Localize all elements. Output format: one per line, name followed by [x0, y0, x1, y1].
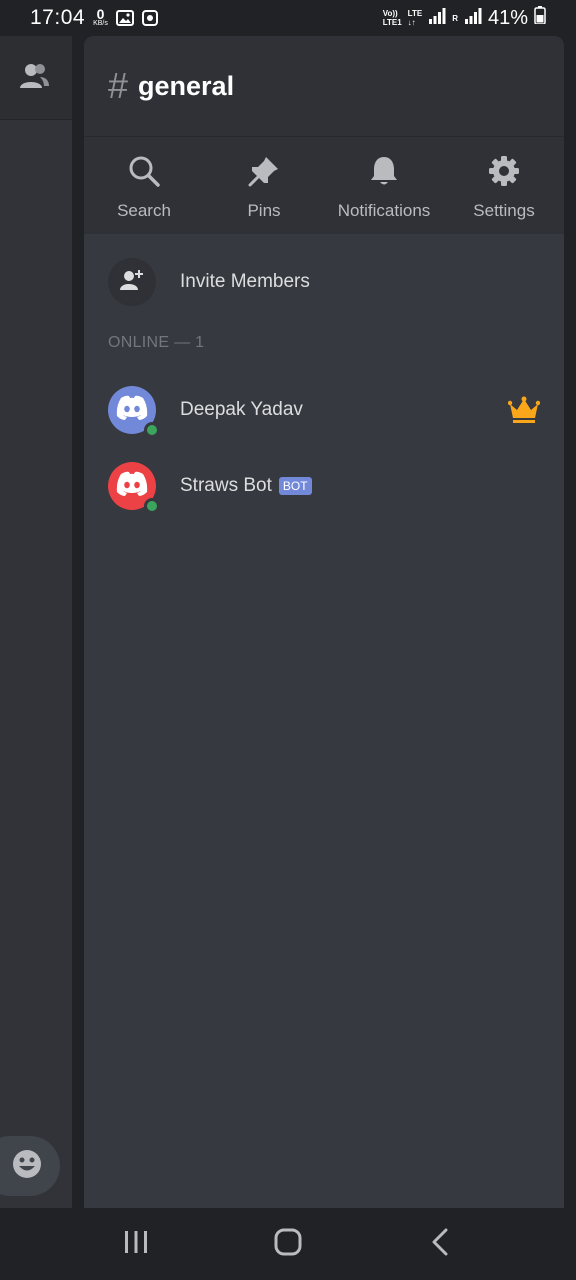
- online-section-header: ONLINE — 1: [108, 334, 205, 351]
- screenshot-notification-icon: [141, 10, 158, 26]
- invite-members-label: Invite Members: [180, 271, 310, 292]
- lte-bottom: ↓↑: [407, 18, 416, 27]
- recent-apps-icon: [123, 1230, 149, 1259]
- discord-logo-icon: [115, 471, 149, 502]
- lte-top: LTE: [407, 9, 423, 18]
- emoji-button[interactable]: [0, 1136, 60, 1196]
- system-navigation-bar: [0, 1208, 576, 1280]
- crown-icon: [508, 396, 540, 424]
- battery-icon: [534, 6, 546, 30]
- home-button[interactable]: [258, 1214, 318, 1274]
- member-row[interactable]: Deepak Yadav: [108, 372, 540, 448]
- smiley-icon: [12, 1149, 42, 1184]
- member-row[interactable]: Straws Bot BOT: [108, 448, 540, 524]
- channel-name: general: [138, 70, 235, 101]
- volte-bottom: LTE1: [382, 18, 402, 27]
- back-button[interactable]: [410, 1214, 470, 1274]
- data-speed-unit: KB/s: [93, 20, 108, 27]
- status-time: 17:04: [30, 6, 86, 29]
- channel-info-drawer: # general Search Pins Notifications Sett…: [84, 36, 564, 1208]
- online-status-dot: [144, 422, 160, 438]
- drawer-top: # general Search Pins Notifications Sett…: [84, 36, 564, 234]
- search-icon: [128, 151, 160, 191]
- settings-button[interactable]: Settings: [444, 151, 564, 234]
- channel-actions: Search Pins Notifications Settings: [84, 137, 564, 234]
- app-root: 17:04 0 KB/s Vo)) LTE1 LTE ↓↑ R 41% # ge…: [0, 0, 576, 1280]
- back-icon: [431, 1228, 449, 1261]
- signal-icon: [428, 7, 446, 30]
- member-name: Deepak Yadav: [180, 399, 303, 420]
- data-speed-value: 0: [96, 6, 105, 22]
- bot-badge: BOT: [278, 477, 312, 495]
- recent-apps-button[interactable]: [106, 1214, 166, 1274]
- member-list-icon[interactable]: [18, 62, 50, 95]
- chat-background: [0, 36, 84, 1208]
- roaming-indicator: R: [452, 13, 458, 23]
- status-right-group: Vo)) LTE1 LTE ↓↑ R 41%: [383, 6, 546, 30]
- channel-hash-icon: #: [108, 65, 129, 106]
- gallery-icon: [115, 10, 134, 26]
- chat-header-background: [0, 36, 72, 120]
- data-speed-indicator: 0 KB/s: [93, 6, 108, 28]
- notifications-label: Notifications: [337, 201, 431, 220]
- member-name: Straws Bot: [180, 475, 272, 496]
- drawer-gap: [72, 36, 84, 1208]
- settings-label: Settings: [473, 201, 535, 220]
- pins-label: Pins: [247, 201, 281, 220]
- pin-icon: [248, 151, 280, 191]
- bell-icon: [369, 151, 399, 191]
- online-status-dot: [144, 498, 160, 514]
- chat-body-background: [0, 120, 72, 1208]
- home-icon: [274, 1228, 302, 1261]
- channel-header: # general: [84, 36, 564, 137]
- avatar: [108, 462, 160, 514]
- invite-avatar: [108, 258, 156, 306]
- add-person-icon: [119, 269, 145, 296]
- avatar: [108, 386, 160, 438]
- status-bar: 17:04 0 KB/s Vo)) LTE1 LTE ↓↑ R 41%: [0, 0, 576, 36]
- gear-icon: [488, 151, 520, 191]
- search-button[interactable]: Search: [84, 151, 204, 234]
- pins-button[interactable]: Pins: [204, 151, 324, 234]
- volte-indicator: Vo)) LTE1: [383, 9, 402, 27]
- member-list: Invite Members ONLINE — 1 Deepak Yadav S…: [84, 234, 564, 524]
- volte-top: Vo)): [382, 9, 398, 18]
- notifications-button[interactable]: Notifications: [324, 151, 444, 234]
- lte-indicator: LTE ↓↑: [408, 9, 423, 27]
- battery-percent: 41%: [487, 6, 528, 29]
- signal-icon-2: [464, 7, 482, 30]
- invite-members-button[interactable]: Invite Members: [108, 252, 540, 312]
- discord-logo-icon: [115, 395, 149, 426]
- search-label: Search: [117, 201, 171, 220]
